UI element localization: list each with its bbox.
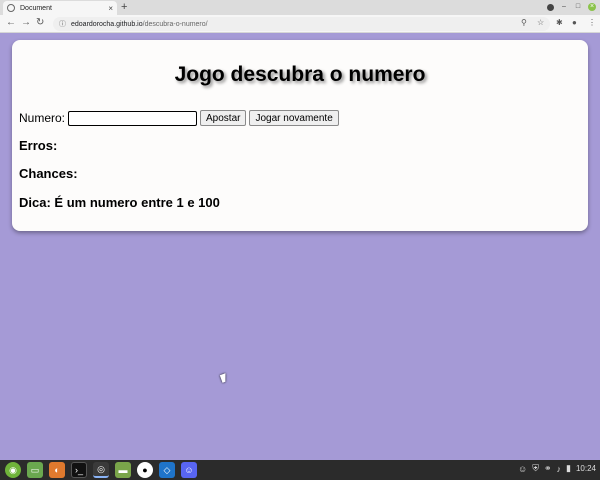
guess-form: Numero: Apostar Jogar novamente	[19, 110, 342, 126]
clock[interactable]: 10:24	[576, 464, 596, 473]
files-icon[interactable]: ▭	[27, 462, 43, 478]
window-controls: – □ ×	[547, 3, 596, 11]
back-button[interactable]: ←	[6, 17, 16, 28]
profile-icon[interactable]: ●	[572, 18, 577, 27]
errors-label: Erros:	[19, 138, 58, 153]
errors-line: Erros:	[19, 138, 57, 153]
record-icon[interactable]	[547, 3, 554, 11]
tab-title: Document	[20, 4, 52, 12]
tab-close-button[interactable]: ×	[108, 4, 113, 13]
bet-button[interactable]: Apostar	[200, 110, 247, 126]
new-tab-button[interactable]: +	[121, 1, 127, 13]
reload-button[interactable]: ↻	[36, 17, 44, 28]
battery-icon[interactable]: ▮	[566, 463, 571, 474]
hint-line: Dica: É um numero entre 1 e 100	[19, 195, 220, 210]
number-label: Numero:	[19, 111, 66, 125]
browser-toolbar: ← → ↻ ⓘ edoardorocha.github.io/descubra-…	[0, 15, 600, 33]
shield-icon[interactable]: ⛨	[532, 463, 539, 474]
github-icon[interactable]: ●	[137, 462, 153, 478]
page-title: Jogo descubra o numero	[174, 63, 426, 86]
folder-icon[interactable]: ▬	[115, 462, 131, 478]
close-window-button[interactable]: ×	[588, 3, 596, 11]
system-tray: ☺ ⛨ ⚭ ♪ ▮ 10:24	[518, 463, 596, 474]
game-card: Jogo descubra o numero Numero: Apostar J…	[12, 40, 588, 231]
maximize-button[interactable]: □	[574, 3, 582, 11]
discord-tray-icon[interactable]: ☺	[518, 464, 527, 474]
start-menu-icon[interactable]: ◉	[5, 462, 21, 478]
chances-line: Chances:	[19, 166, 78, 181]
chrome-icon[interactable]: ◎	[93, 462, 109, 478]
number-input[interactable]	[68, 110, 198, 126]
discord-icon[interactable]: ☺	[181, 462, 197, 478]
forward-button[interactable]: →	[21, 17, 31, 28]
mouse-cursor	[219, 373, 229, 383]
vscode-icon[interactable]: ◇	[159, 462, 175, 478]
chances-label: Chances:	[19, 166, 78, 181]
zoom-icon[interactable]: ⚲	[521, 18, 527, 27]
hint-value: É um numero entre 1 e 100	[54, 195, 220, 210]
replay-button[interactable]: Jogar novamente	[249, 110, 339, 126]
info-icon[interactable]: ⓘ	[59, 19, 66, 29]
url-domain: edoardorocha.github.io	[71, 20, 143, 28]
menu-icon[interactable]: ⋮	[588, 18, 596, 27]
browser-tab[interactable]: Document ×	[3, 1, 117, 15]
url-path: /descubra-o-numero/	[142, 20, 208, 28]
hint-label: Dica:	[19, 195, 51, 210]
volume-icon[interactable]: ♪	[557, 464, 562, 474]
extensions-icon[interactable]: ✱	[556, 18, 563, 27]
taskbar: ◉ ▭ ◐ ›_ ◎ ▬ ● ◇ ☺ ☺ ⛨ ⚭ ♪ ▮ 10:24	[0, 460, 600, 480]
terminal-icon[interactable]: ›_	[71, 462, 87, 478]
bookmark-star-icon[interactable]: ☆	[537, 18, 544, 27]
minimize-button[interactable]: –	[560, 3, 568, 11]
firefox-icon[interactable]: ◐	[49, 462, 65, 478]
network-icon[interactable]: ⚭	[544, 463, 552, 474]
globe-icon	[7, 4, 15, 12]
address-bar[interactable]: ⓘ edoardorocha.github.io/descubra-o-nume…	[53, 17, 550, 31]
browser-tab-bar: Document × + – □ ×	[0, 0, 600, 15]
